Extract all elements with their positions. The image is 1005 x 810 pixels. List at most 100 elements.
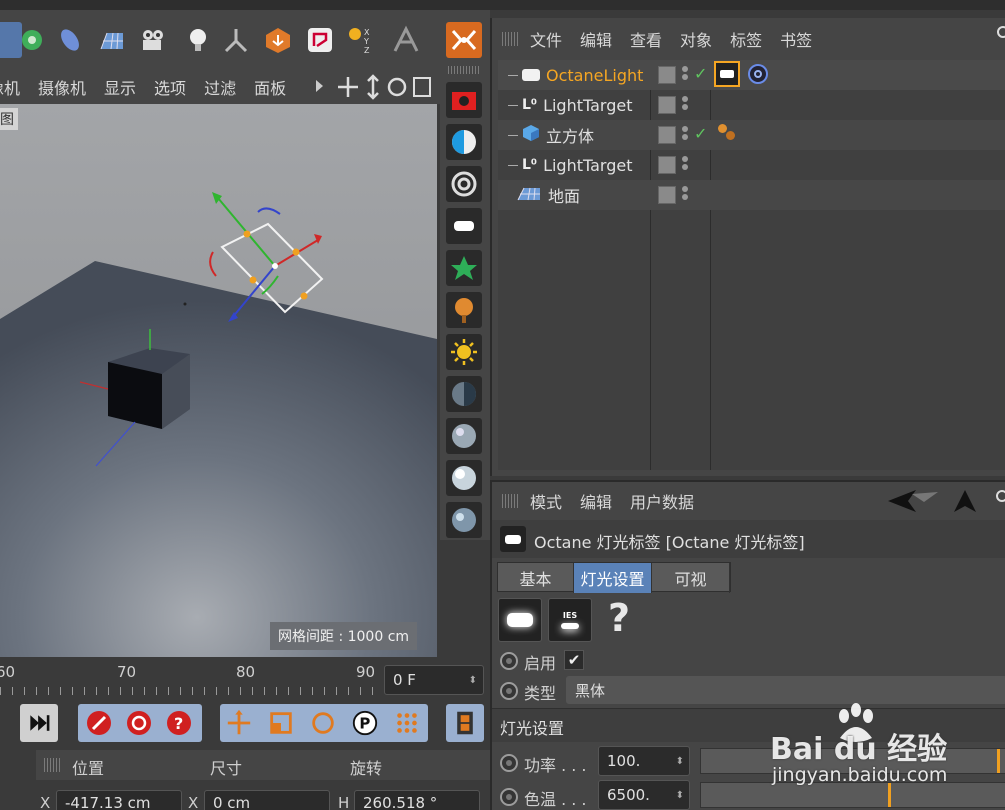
- object-row-cube[interactable]: 立方体: [498, 120, 1005, 150]
- am-search-icon[interactable]: [996, 490, 1005, 502]
- visibility-dots[interactable]: [682, 124, 690, 142]
- rot-h-field[interactable]: 260.518 °: [354, 790, 480, 810]
- axis-xyz-icon[interactable]: XYZ: [342, 22, 378, 58]
- autokey-button[interactable]: [120, 704, 158, 742]
- key-rotation-button[interactable]: [304, 704, 342, 742]
- xpresso-icon[interactable]: [302, 22, 338, 58]
- timeline[interactable]: 60 70 80 90: [0, 657, 380, 697]
- coordinates-header: [36, 750, 490, 780]
- layer-flag-icon[interactable]: [658, 96, 676, 114]
- viewport-menu-panel[interactable]: 面板: [254, 75, 286, 99]
- octane-material-mix-icon[interactable]: [446, 502, 482, 538]
- tab-visibility[interactable]: 可视: [652, 563, 730, 593]
- light-bulb-icon[interactable]: [180, 22, 216, 58]
- size-x-field[interactable]: 0 cm: [204, 790, 330, 810]
- coordinates-grip[interactable]: [44, 758, 60, 772]
- frame-stepper-icon[interactable]: ⬍: [469, 675, 477, 686]
- octane-daylight-icon[interactable]: [446, 334, 482, 370]
- octane-camera-icon[interactable]: [446, 82, 482, 118]
- tab-basic[interactable]: 基本: [498, 563, 574, 593]
- layer-flag-icon[interactable]: [658, 156, 676, 174]
- viewport-menu-options[interactable]: 选项: [154, 75, 186, 99]
- joint-icon[interactable]: [218, 22, 254, 58]
- deformer-icon[interactable]: [52, 22, 88, 58]
- area-light-preview-button[interactable]: [498, 598, 542, 642]
- layer-flag-icon[interactable]: [658, 126, 676, 144]
- key-position-button[interactable]: [220, 704, 258, 742]
- am-menu-userdata[interactable]: 用户数据: [630, 489, 694, 513]
- ies-light-preview-button[interactable]: IES: [548, 598, 592, 642]
- temperature-animate-radio[interactable]: [500, 788, 518, 806]
- am-menu-edit[interactable]: 编辑: [580, 489, 612, 513]
- target-tag-icon[interactable]: [748, 64, 768, 84]
- temperature-field[interactable]: 6500. ⬍: [598, 780, 690, 810]
- viewport-menu-display[interactable]: 显示: [104, 75, 136, 99]
- octane-light-tag-icon[interactable]: [714, 61, 740, 87]
- keyframe-help-button[interactable]: ?: [160, 704, 198, 742]
- am-menu-mode[interactable]: 模式: [530, 489, 562, 513]
- visibility-dots[interactable]: [682, 64, 690, 82]
- enabled-check-icon[interactable]: ✓: [694, 124, 707, 143]
- visibility-dots[interactable]: [682, 184, 690, 202]
- object-row-lighttarget[interactable]: L⁰ LightTarget: [498, 90, 1005, 120]
- viewport-menu-camera[interactable]: 摄像机: [38, 75, 86, 99]
- octane-scatter-icon[interactable]: [446, 250, 482, 286]
- material-tag-icon[interactable]: [716, 122, 740, 144]
- floor-icon[interactable]: [94, 22, 130, 58]
- object-manager-grip[interactable]: [502, 32, 518, 46]
- viewport-menu-camera-short[interactable]: 像机: [0, 75, 20, 99]
- enable-animate-radio[interactable]: [500, 652, 518, 670]
- octane-material-glossy-icon[interactable]: [446, 418, 482, 454]
- object-row-lighttarget-2[interactable]: L⁰ LightTarget: [498, 150, 1005, 180]
- visibility-dots[interactable]: [682, 94, 690, 112]
- visibility-dots[interactable]: [682, 154, 690, 172]
- mograph-cloner-icon[interactable]: [14, 22, 50, 58]
- snap-icon[interactable]: [388, 22, 424, 58]
- octane-material-diffuse-icon[interactable]: [446, 376, 482, 412]
- enabled-check-icon[interactable]: ✓: [694, 64, 707, 83]
- octane-environment-icon[interactable]: [446, 124, 482, 160]
- current-frame-field[interactable]: 0 F ⬍: [384, 665, 484, 695]
- object-row-floor[interactable]: 地面: [498, 180, 1005, 210]
- record-key-button[interactable]: [80, 704, 118, 742]
- tab-light-settings[interactable]: 灯光设置: [574, 563, 652, 593]
- timeline-film-button[interactable]: [446, 704, 484, 742]
- attribute-manager-grip[interactable]: [502, 494, 518, 508]
- layer-flag-icon[interactable]: [658, 66, 676, 84]
- viewport-menu-filter[interactable]: 过滤: [204, 75, 236, 99]
- power-stepper-icon[interactable]: ⬍: [676, 756, 684, 767]
- viewport-nav-icons[interactable]: [338, 74, 438, 100]
- help-question-icon[interactable]: ?: [608, 596, 630, 640]
- om-menu-bookmarks[interactable]: 书签: [780, 27, 812, 51]
- power-animate-radio[interactable]: [500, 754, 518, 772]
- key-parameter-button[interactable]: P: [346, 704, 384, 742]
- octane-area-light-icon[interactable]: [446, 208, 482, 244]
- layer-flag-icon[interactable]: [658, 186, 676, 204]
- back-arrow-icon[interactable]: [888, 490, 938, 516]
- octane-hdri-icon[interactable]: [446, 166, 482, 202]
- om-menu-file[interactable]: 文件: [530, 27, 562, 51]
- type-animate-radio[interactable]: [500, 682, 518, 700]
- om-search-icon[interactable]: [997, 26, 1005, 38]
- enable-checkbox[interactable]: ✔: [564, 650, 584, 670]
- om-menu-view[interactable]: 查看: [630, 27, 662, 51]
- scene-icon[interactable]: [260, 22, 296, 58]
- toolbar-grip[interactable]: [448, 66, 480, 74]
- key-scale-button[interactable]: [262, 704, 300, 742]
- om-menu-edit[interactable]: 编辑: [580, 27, 612, 51]
- svg-text:X: X: [364, 28, 370, 37]
- key-point-level-button[interactable]: [388, 704, 426, 742]
- menu-more-arrow-icon[interactable]: [316, 80, 323, 92]
- pos-x-field[interactable]: -417.13 cm: [56, 790, 182, 810]
- power-field[interactable]: 100. ⬍: [598, 746, 690, 776]
- camera-icon[interactable]: [135, 22, 171, 58]
- octane-live-viewer-icon[interactable]: [446, 22, 482, 58]
- temperature-stepper-icon[interactable]: ⬍: [676, 790, 684, 801]
- goto-end-button[interactable]: [20, 704, 58, 742]
- om-menu-object[interactable]: 对象: [680, 27, 712, 51]
- om-menu-tags[interactable]: 标签: [730, 27, 762, 51]
- octane-material-specular-icon[interactable]: [446, 460, 482, 496]
- up-arrow-icon[interactable]: [954, 490, 976, 516]
- octane-volume-icon[interactable]: [446, 292, 482, 328]
- viewport[interactable]: 图 网格间距 : 1000 cm: [0, 104, 437, 657]
